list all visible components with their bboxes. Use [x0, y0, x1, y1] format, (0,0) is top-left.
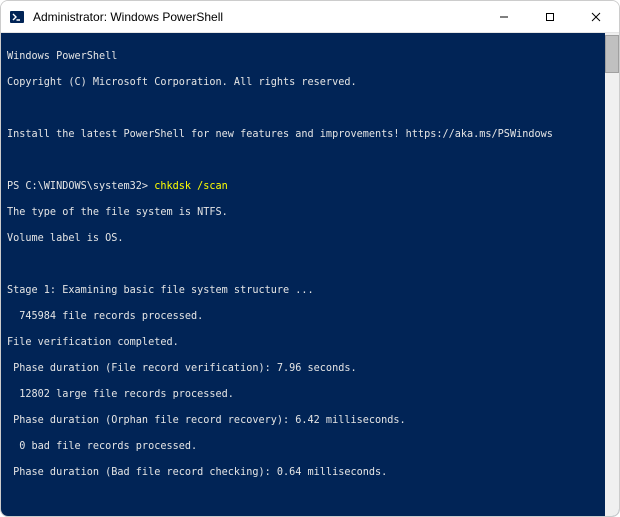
output-line: [7, 102, 613, 115]
output-line: [7, 258, 613, 271]
terminal-output[interactable]: Windows PowerShell Copyright (C) Microso…: [1, 33, 619, 516]
window-controls: [481, 1, 619, 32]
prompt-prefix: PS C:\WINDOWS\system32>: [7, 181, 154, 192]
output-line: [7, 154, 613, 167]
output-line: 0 bad file records processed.: [7, 440, 613, 453]
output-line: Copyright (C) Microsoft Corporation. All…: [7, 76, 613, 89]
output-line: Volume label is OS.: [7, 232, 613, 245]
output-line: Stage 1: Examining basic file system str…: [7, 284, 613, 297]
minimize-button[interactable]: [481, 1, 527, 32]
output-line: The type of the file system is NTFS.: [7, 206, 613, 219]
powershell-window: Administrator: Windows PowerShell Window…: [0, 0, 620, 517]
output-line: 12802 large file records processed.: [7, 388, 613, 401]
scrollbar-track[interactable]: [605, 33, 619, 516]
window-title: Administrator: Windows PowerShell: [33, 10, 481, 24]
output-line: File verification completed.: [7, 336, 613, 349]
powershell-icon: [9, 9, 25, 25]
maximize-button[interactable]: [527, 1, 573, 32]
output-line: Install the latest PowerShell for new fe…: [7, 128, 613, 141]
titlebar[interactable]: Administrator: Windows PowerShell: [1, 1, 619, 33]
scrollbar-thumb[interactable]: [605, 35, 619, 73]
terminal-area: Windows PowerShell Copyright (C) Microso…: [1, 33, 619, 516]
output-line: Phase duration (Bad file record checking…: [7, 466, 613, 479]
output-line: Phase duration (File record verification…: [7, 362, 613, 375]
prompt-line: PS C:\WINDOWS\system32> chkdsk /scan: [7, 180, 613, 193]
output-line: Windows PowerShell: [7, 50, 613, 63]
close-button[interactable]: [573, 1, 619, 32]
output-line: 745984 file records processed.: [7, 310, 613, 323]
output-line: [7, 492, 613, 505]
output-line: Phase duration (Orphan file record recov…: [7, 414, 613, 427]
command-text: chkdsk /scan: [154, 181, 228, 192]
